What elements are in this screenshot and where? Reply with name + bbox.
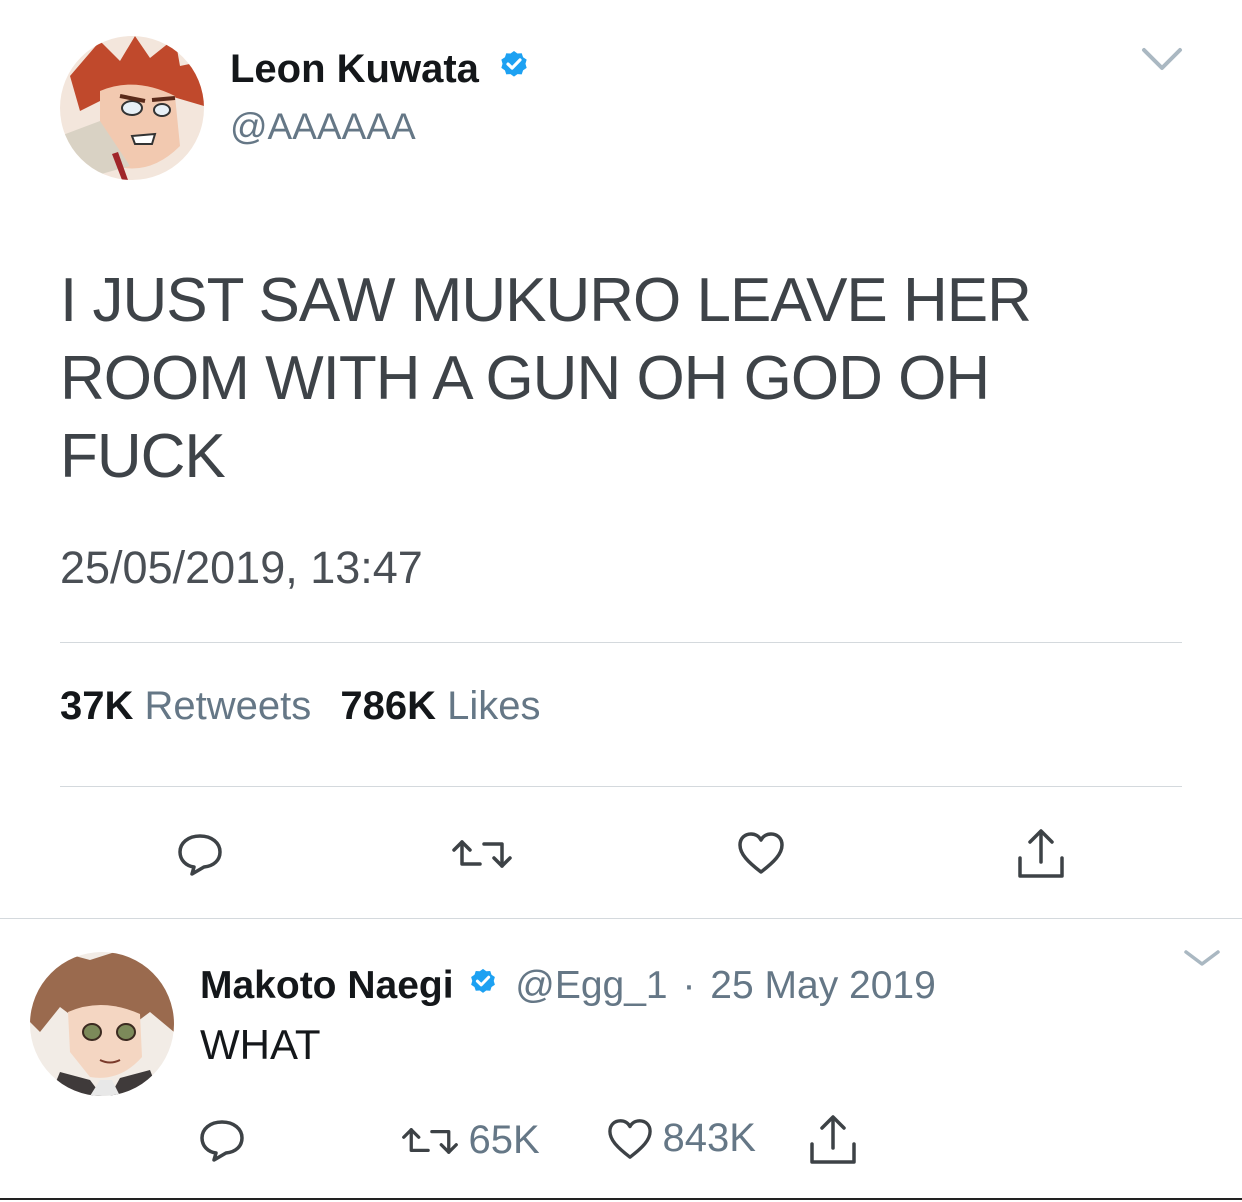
- tweet-text: I JUST SAW MUKURO LEAVE HER ROOM WITH A …: [60, 266, 1032, 491]
- separator-dot: ·: [682, 964, 696, 1007]
- reply-retweet-count: 65K: [468, 1118, 540, 1162]
- retweet-icon: [400, 1121, 460, 1161]
- author-handle[interactable]: @AAAAAA: [230, 104, 416, 150]
- chevron-down-icon[interactable]: [1182, 946, 1222, 970]
- reply-retweet-button[interactable]: 65K: [400, 1118, 540, 1163]
- author-name[interactable]: Leon Kuwata: [230, 47, 479, 91]
- reply-like-button[interactable]: 843K: [606, 1116, 756, 1161]
- reply-text: WHAT: [200, 1021, 321, 1068]
- retweet-icon[interactable]: [450, 834, 514, 874]
- likes-label: Likes: [447, 684, 541, 728]
- likes-link[interactable]: 786K Likes: [340, 684, 540, 728]
- avatar[interactable]: [30, 952, 174, 1096]
- divider: [60, 642, 1182, 643]
- reply-icon[interactable]: [176, 830, 224, 878]
- share-icon[interactable]: [806, 1112, 860, 1166]
- likes-count: 786K: [340, 684, 437, 728]
- verified-badge-icon: [468, 961, 498, 1009]
- tweet-timestamp: 25/05/2019, 13:47: [60, 542, 423, 593]
- reply-author-handle[interactable]: @Egg_1: [515, 964, 667, 1007]
- retweets-link[interactable]: 37K Retweets: [60, 684, 322, 728]
- retweets-count: 37K: [60, 684, 134, 728]
- avatar[interactable]: [60, 36, 204, 180]
- retweets-label: Retweets: [144, 684, 312, 728]
- verified-badge-icon: [498, 43, 530, 93]
- like-icon[interactable]: [736, 830, 786, 876]
- engagement-counts: 37K Retweets 786K Likes: [60, 682, 541, 730]
- reply-date[interactable]: 25 May 2019: [710, 964, 936, 1007]
- like-icon: [606, 1117, 654, 1161]
- divider: [60, 786, 1182, 787]
- share-icon[interactable]: [1014, 826, 1068, 880]
- reply-icon[interactable]: [198, 1116, 246, 1164]
- reply-author-name[interactable]: Makoto Naegi: [200, 964, 454, 1007]
- divider: [0, 918, 1242, 919]
- chevron-down-icon[interactable]: [1140, 44, 1184, 74]
- reply-like-count: 843K: [662, 1116, 756, 1160]
- divider: [0, 1198, 1242, 1200]
